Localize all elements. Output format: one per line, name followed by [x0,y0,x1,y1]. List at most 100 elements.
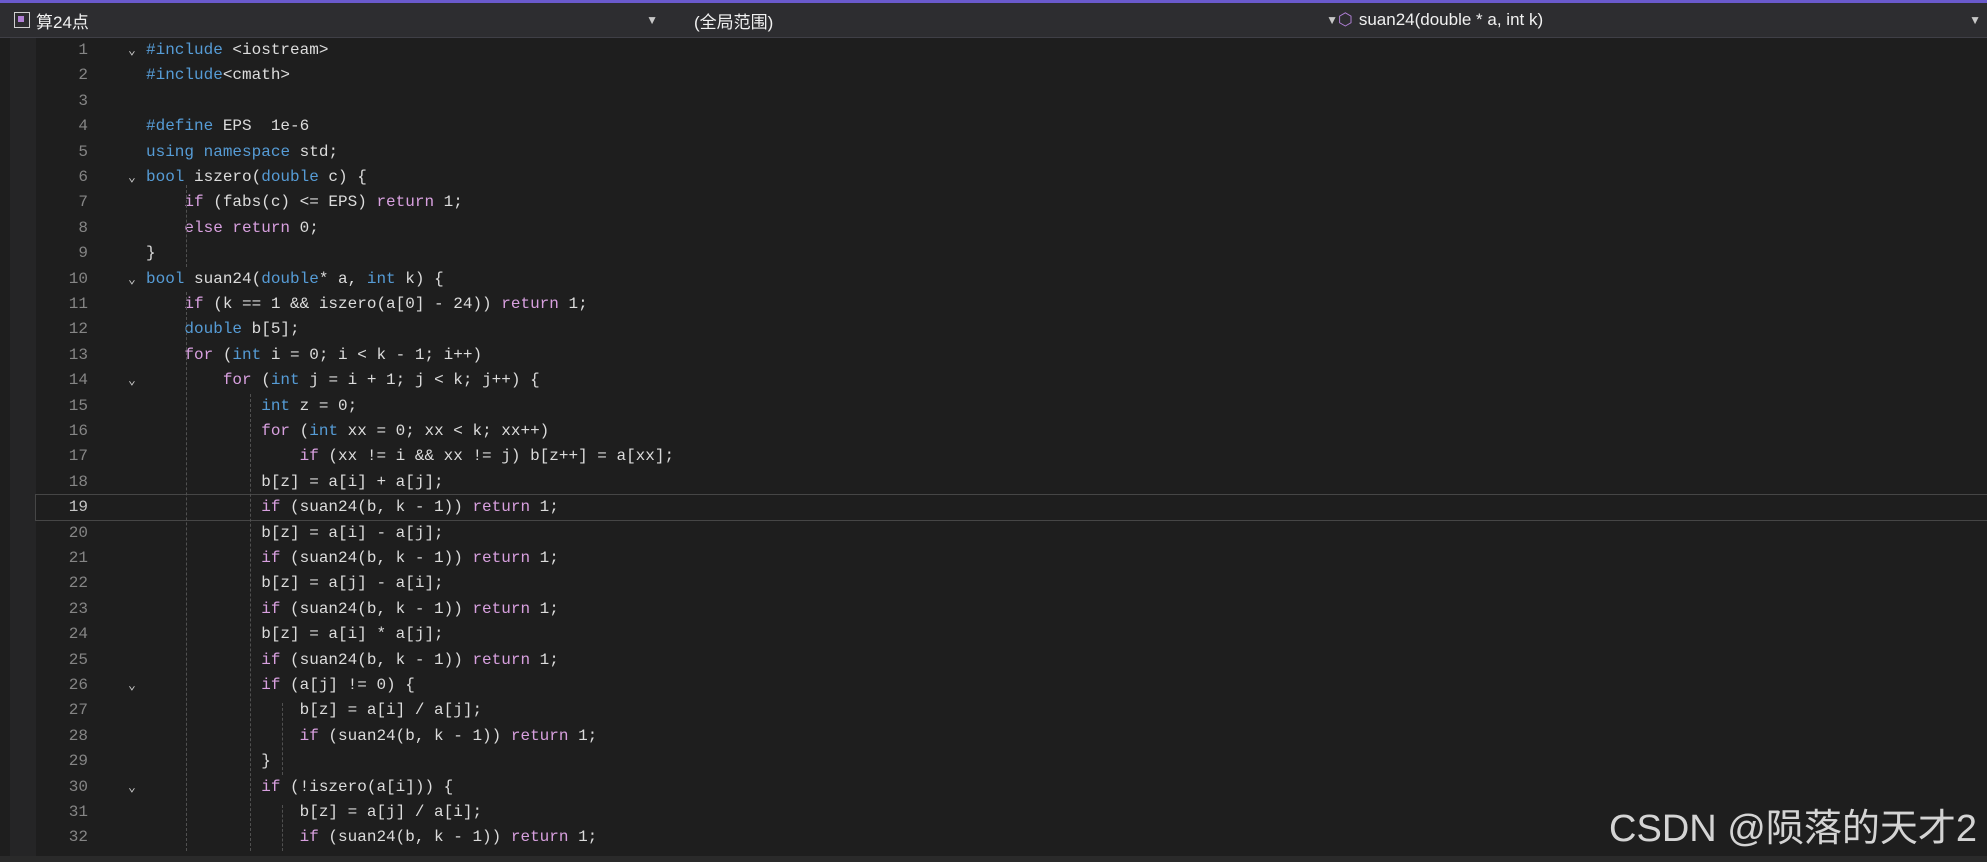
code-text: b[z] = a[j] - a[i]; [146,574,444,593]
fold-toggle-icon[interactable]: ⌄ [128,775,136,800]
code-text: #include <iostream> [146,41,329,59]
line-number: 25 [68,650,88,669]
code-text: bool suan24(double* a, int k) { [146,269,444,288]
code-line[interactable]: 18 b[z] = a[i] + a[j]; [36,470,1987,495]
code-text: if (suan24(b, k - 1)) return 1; [261,599,559,618]
code-line[interactable]: 7 if (fabs(c) <= EPS) return 1; [36,190,1987,215]
line-number: 3 [78,91,88,110]
code-text: #define EPS 1e-6 [146,117,310,136]
line-number: 28 [68,726,88,745]
line-number: 6 [78,168,88,186]
method-cube-icon: ⬡ [1338,10,1353,29]
code-line[interactable]: 3 [36,89,1987,114]
code-text: if (suan24(b, k - 1)) return 1; [299,726,598,745]
code-text: #include<cmath> [146,66,291,85]
code-text: b[z] = a[i] - a[j]; [146,523,444,542]
line-number: 31 [68,803,88,821]
code-line[interactable]: 30 ⌄ if (!iszero(a[i])) { [36,775,1987,800]
line-number: 1 [78,41,88,59]
indicator-margin [10,38,36,862]
code-line[interactable]: 15 int z = 0; [36,394,1987,419]
line-number: 17 [68,447,88,466]
line-number: 5 [78,142,88,161]
project-label: 算24点 [36,12,89,32]
line-number: 7 [78,193,88,212]
code-line[interactable]: 21 if (suan24(b, k - 1)) return 1; [36,546,1987,571]
line-number: 14 [68,371,88,390]
fold-toggle-icon[interactable]: ⌄ [128,673,136,698]
code-line[interactable]: 22 b[z] = a[j] - a[i]; [36,571,1987,596]
code-text: b[z] = a[i] + a[j]; [146,472,444,491]
line-number: 2 [78,66,88,85]
line-number: 26 [68,676,88,694]
code-line[interactable]: 26 ⌄ if (a[j] != 0) { [36,673,1987,698]
line-number: 11 [68,295,88,313]
code-line[interactable]: 29 } [36,749,1987,774]
member-dropdown[interactable]: ⬡ suan24(double * a, int k) ▼ [1338,6,1987,34]
code-text: double b[5]; [184,320,300,339]
current-code-line[interactable]: 19 if (suan24(b, k - 1)) return 1; [35,494,1987,522]
code-text: b[z] = a[i] * a[j]; [146,625,444,644]
code-text: b[z] = a[i] / a[j]; [146,701,483,720]
code-text: int z = 0; [261,396,358,415]
chevron-down-icon[interactable]: ▼ [646,13,658,27]
code-line[interactable]: 1 ⌄ #include <iostream> [36,38,1987,63]
code-text: if (suan24(b, k - 1)) return 1; [261,650,559,669]
code-editor[interactable]: 1 ⌄ #include <iostream> 2 #include<cmath> 3 4 #… [0,38,1987,862]
code-text: if (xx != i && xx != j) b[z++] = a[xx]; [299,447,675,466]
line-number: 15 [68,396,88,415]
code-line[interactable]: 28 if (suan24(b, k - 1)) return 1; [36,724,1987,749]
line-number: 10 [68,269,88,288]
fold-toggle-icon[interactable]: ⌄ [128,368,136,393]
line-number: 8 [78,218,88,237]
code-text: if (suan24(b, k - 1)) return 1; [261,498,559,517]
indent-guide [186,292,187,851]
code-text: } [146,752,271,771]
code-line[interactable]: 16 for (int xx = 0; xx < k; xx++) [36,419,1987,444]
fold-toggle-icon[interactable]: ⌄ [128,165,136,190]
chevron-down-icon[interactable]: ▼ [1326,13,1338,27]
horizontal-scrollbar[interactable] [0,856,1987,862]
fold-toggle-icon[interactable]: ⌄ [128,267,136,292]
line-number: 18 [68,472,88,491]
line-number: 13 [68,345,88,364]
code-text: b[z] = a[j] / a[i]; [146,803,483,821]
line-number: 30 [68,777,88,796]
code-line[interactable]: 9} [36,241,1987,266]
code-line[interactable]: 2 #include<cmath> [36,63,1987,88]
code-line[interactable]: 6 ⌄ bool iszero(double c) { [36,165,1987,190]
scope-dropdown[interactable]: (全局范围) ▼ [680,6,1344,34]
code-text: if (fabs(c) <= EPS) return 1; [184,193,463,212]
line-number: 9 [78,244,88,263]
code-line[interactable]: 27 b[z] = a[i] / a[j]; [36,698,1987,723]
line-number: 12 [68,320,88,339]
code-line[interactable]: 11 if (k == 1 && iszero(a[0] - 24)) retu… [36,292,1987,317]
code-line[interactable]: 23 if (suan24(b, k - 1)) return 1; [36,597,1987,622]
line-number: 23 [68,599,88,618]
code-line[interactable]: 20 b[z] = a[i] - a[j]; [36,521,1987,546]
code-text: if (suan24(b, k - 1)) return 1; [261,549,559,567]
code-line[interactable]: 4 #define EPS 1e-6 [36,114,1987,139]
code-text: if (k == 1 && iszero(a[0] - 24)) return … [184,295,588,313]
code-text: using namespace std; [146,142,339,161]
project-icon [14,12,30,28]
code-line[interactable]: 13 for (int i = 0; i < k - 1; i++) [36,343,1987,368]
code-line[interactable]: 12 double b[5]; [36,317,1987,342]
code-line[interactable]: 10 ⌄ bool suan24(double* a, int k) { [36,267,1987,292]
code-line[interactable]: 5 using namespace std; [36,140,1987,165]
line-number: 16 [68,422,88,440]
member-label: suan24(double * a, int k) [1358,10,1544,29]
chevron-down-icon[interactable]: ▼ [1969,13,1981,27]
indent-guide [282,703,283,775]
project-dropdown[interactable]: 算24点 ▼ [14,6,664,34]
code-line[interactable]: 8 else return 0; [36,216,1987,241]
code-text: for (int i = 0; i < k - 1; i++) [184,345,483,364]
navigation-bar: 算24点 ▼ (全局范围) ▼ ⬡ suan24(double * a, int… [0,3,1987,38]
code-line[interactable]: 17 if (xx != i && xx != j) b[z++] = a[xx… [36,444,1987,469]
code-line[interactable]: 25 if (suan24(b, k - 1)) return 1; [36,648,1987,673]
watermark: CSDN @陨落的天才2 [1609,808,1977,850]
code-line[interactable]: 24 b[z] = a[i] * a[j]; [36,622,1987,647]
code-line[interactable]: 14 ⌄ for (int j = i + 1; j < k; j++) { [36,368,1987,393]
line-number: 19 [68,498,88,517]
fold-toggle-icon[interactable]: ⌄ [128,38,136,63]
